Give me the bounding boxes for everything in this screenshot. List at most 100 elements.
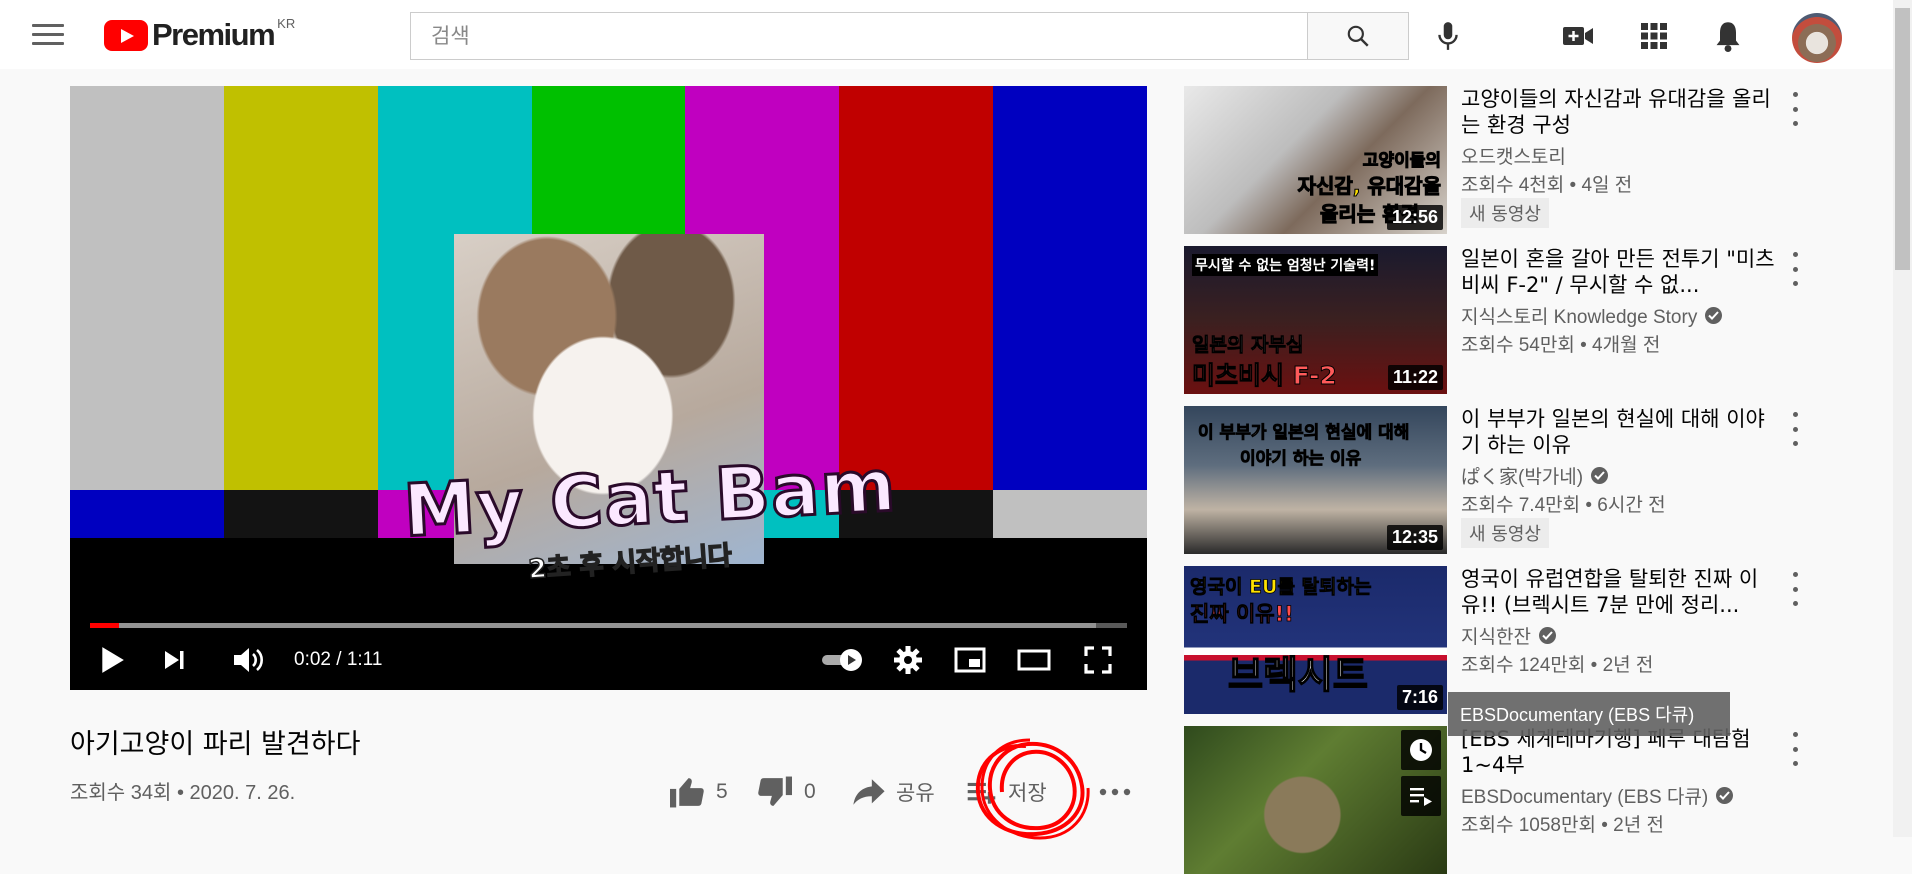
thumbs-down-icon [758, 776, 792, 806]
thumbnail-text: 브렉시트 [1227, 652, 1368, 698]
thumbnail-text: 이야기 하는 이유 [1240, 449, 1362, 470]
channel-name: 지식한잔 [1461, 627, 1531, 648]
more-vert-icon[interactable] [1785, 572, 1805, 606]
channel-name: ぱく家(박가네) [1461, 467, 1584, 488]
rec-title[interactable]: 일본이 혼을 갈아 만든 전투기 "미츠비씨 F-2" / 무시할 수 없... [1461, 246, 1781, 298]
time-display: 0:02 / 1:11 [294, 649, 383, 670]
thumbnail-text: 이 부부가 일본의 현실에 대해 [1198, 423, 1410, 444]
thumbnail[interactable]: 고양이들의 자신감, 유대감을 올리는 환경 12:56 [1184, 86, 1447, 234]
thumbs-up-icon [670, 778, 704, 808]
next-button[interactable] [152, 638, 196, 682]
color-bar [993, 86, 1147, 490]
logo-text: Premium [152, 17, 276, 52]
color-bar [70, 490, 224, 538]
autoplay-toggle-icon [822, 649, 862, 671]
dislike-count: 0 [804, 780, 816, 803]
mic-icon [1438, 22, 1458, 50]
thumbnail-text: 진짜 이유!! [1190, 602, 1295, 627]
mute-button[interactable] [226, 638, 270, 682]
watch-later-button[interactable] [1401, 730, 1441, 770]
theater-mode-button[interactable] [1012, 638, 1056, 682]
thumbnail[interactable]: 영국이 EU를 탈퇴하는 진짜 이유!! 브렉시트 7:16 [1184, 566, 1447, 714]
thumbnail-text: 일본의 자부심 [1192, 334, 1304, 357]
volume-icon [234, 648, 263, 672]
save-playlist-icon [967, 782, 996, 804]
rec-views: 조회수 124만회 • 2년 전 [1461, 655, 1654, 676]
color-bar [223, 490, 378, 538]
save-button[interactable]: 저장 [966, 772, 1047, 812]
thumbnail-text: 자신감, 유대감을 [1297, 174, 1441, 199]
create-button[interactable] [1556, 14, 1600, 58]
share-button[interactable]: 공유 [852, 772, 935, 812]
channel-name: 지식스토리 Knowledge Story [1461, 307, 1698, 328]
rec-channel[interactable]: 지식한잔 [1461, 622, 1556, 649]
menu-icon[interactable] [32, 20, 64, 48]
search-icon [1347, 25, 1369, 47]
gear-icon [894, 646, 922, 674]
youtube-premium-logo[interactable]: Premium KR [104, 16, 295, 52]
autoplay-toggle[interactable] [818, 638, 868, 682]
add-to-queue-button[interactable] [1401, 776, 1441, 816]
progress-bar[interactable] [90, 623, 1127, 628]
rec-title[interactable]: 고양이들의 자신감과 유대감을 올리는 환경 구성 [1461, 86, 1781, 138]
recommendation-5[interactable]: [EBS 세계테마기행] 페루 대탐험 1~4부 EBSDocumentary … [1184, 726, 1798, 874]
verified-icon [1538, 627, 1556, 644]
more-vert-icon[interactable] [1785, 412, 1805, 446]
recommendation-1[interactable]: 고양이들의 자신감, 유대감을 올리는 환경 12:56 고양이들의 자신감과 … [1184, 86, 1798, 234]
thumbnail-text: 고양이들의 [1362, 151, 1441, 172]
search-box [410, 12, 1308, 60]
dislike-button[interactable]: 0 [756, 772, 816, 812]
channel-name: 오드캣스토리 [1461, 147, 1566, 168]
video-meta: 조회수 34회 • 2020. 7. 26. [70, 782, 296, 804]
more-vert-icon[interactable] [1785, 252, 1805, 286]
new-badge: 새 동영상 [1461, 518, 1549, 548]
recommendation-2[interactable]: 무시할 수 없는 엄청난 기술력! 일본의 자부심 미츠비시 F-2 11:22… [1184, 246, 1798, 394]
search-button[interactable] [1308, 12, 1409, 60]
progress-loaded [90, 623, 1096, 628]
rec-channel[interactable]: 오드캣스토리 [1461, 142, 1566, 169]
rec-views: 조회수 1058만회 • 2년 전 [1461, 815, 1664, 836]
rec-channel[interactable]: ぱく家(박가네) [1461, 462, 1609, 489]
thumbnail-text: 무시할 수 없는 엄청난 기술력! [1192, 254, 1379, 276]
share-icon [853, 779, 885, 805]
duration-badge: 11:22 [1387, 365, 1443, 390]
color-bar [993, 490, 1147, 538]
rec-channel[interactable]: EBSDocumentary (EBS 다큐) [1461, 782, 1734, 809]
rec-views: 조회수 7.4만회 • 6시간 전 [1461, 495, 1666, 516]
avatar[interactable] [1792, 13, 1842, 63]
thumbnail-text: 미츠비시 F-2 [1192, 361, 1338, 391]
video-player[interactable]: My Cat Bam 2초 후 시작합니다 0:02 / 1:11 [70, 86, 1147, 690]
like-count: 5 [716, 780, 728, 803]
settings-button[interactable] [886, 638, 930, 682]
recommendation-3[interactable]: 이 부부가 일본의 현실에 대해 이야기 하는 이유 12:35 이 부부가 일… [1184, 406, 1798, 554]
progress-played [90, 623, 120, 628]
play-button[interactable] [90, 638, 134, 682]
apps-button[interactable] [1632, 14, 1676, 58]
rec-title[interactable]: 영국이 유럽연합을 탈퇴한 진짜 이유!! (브렉시트 7분 만에 정리... [1461, 566, 1781, 618]
youtube-play-icon [104, 19, 148, 51]
new-badge: 새 동영상 [1461, 198, 1549, 228]
thumbnail[interactable]: 이 부부가 일본의 현실에 대해 이야기 하는 이유 12:35 [1184, 406, 1447, 554]
verified-icon [1591, 467, 1609, 484]
rec-title[interactable]: 이 부부가 일본의 현실에 대해 이야기 하는 이유 [1461, 406, 1781, 458]
color-bar [223, 86, 378, 490]
thumbnail[interactable]: 무시할 수 없는 엄청난 기술력! 일본의 자부심 미츠비시 F-2 11:22 [1184, 246, 1447, 394]
channel-tooltip: EBSDocumentary (EBS 다큐) [1448, 692, 1730, 736]
rec-channel[interactable]: 지식스토리 Knowledge Story [1461, 302, 1723, 329]
notifications-button[interactable] [1706, 14, 1750, 58]
share-label: 공유 [896, 782, 935, 805]
theater-mode-icon [1017, 649, 1051, 671]
scrollbar-thumb[interactable] [1895, 8, 1910, 270]
voice-search-button[interactable] [1426, 14, 1470, 58]
more-actions-button[interactable] [1098, 772, 1142, 812]
more-vert-icon[interactable] [1785, 92, 1805, 126]
like-button[interactable]: 5 [668, 772, 728, 812]
fullscreen-icon [1084, 646, 1112, 674]
more-vert-icon[interactable] [1785, 732, 1805, 766]
search-input[interactable] [411, 13, 1307, 59]
clock-icon [1410, 739, 1432, 761]
thumbnail[interactable] [1184, 726, 1447, 874]
miniplayer-button[interactable] [948, 638, 992, 682]
skip-next-icon [165, 651, 184, 669]
fullscreen-button[interactable] [1076, 638, 1120, 682]
